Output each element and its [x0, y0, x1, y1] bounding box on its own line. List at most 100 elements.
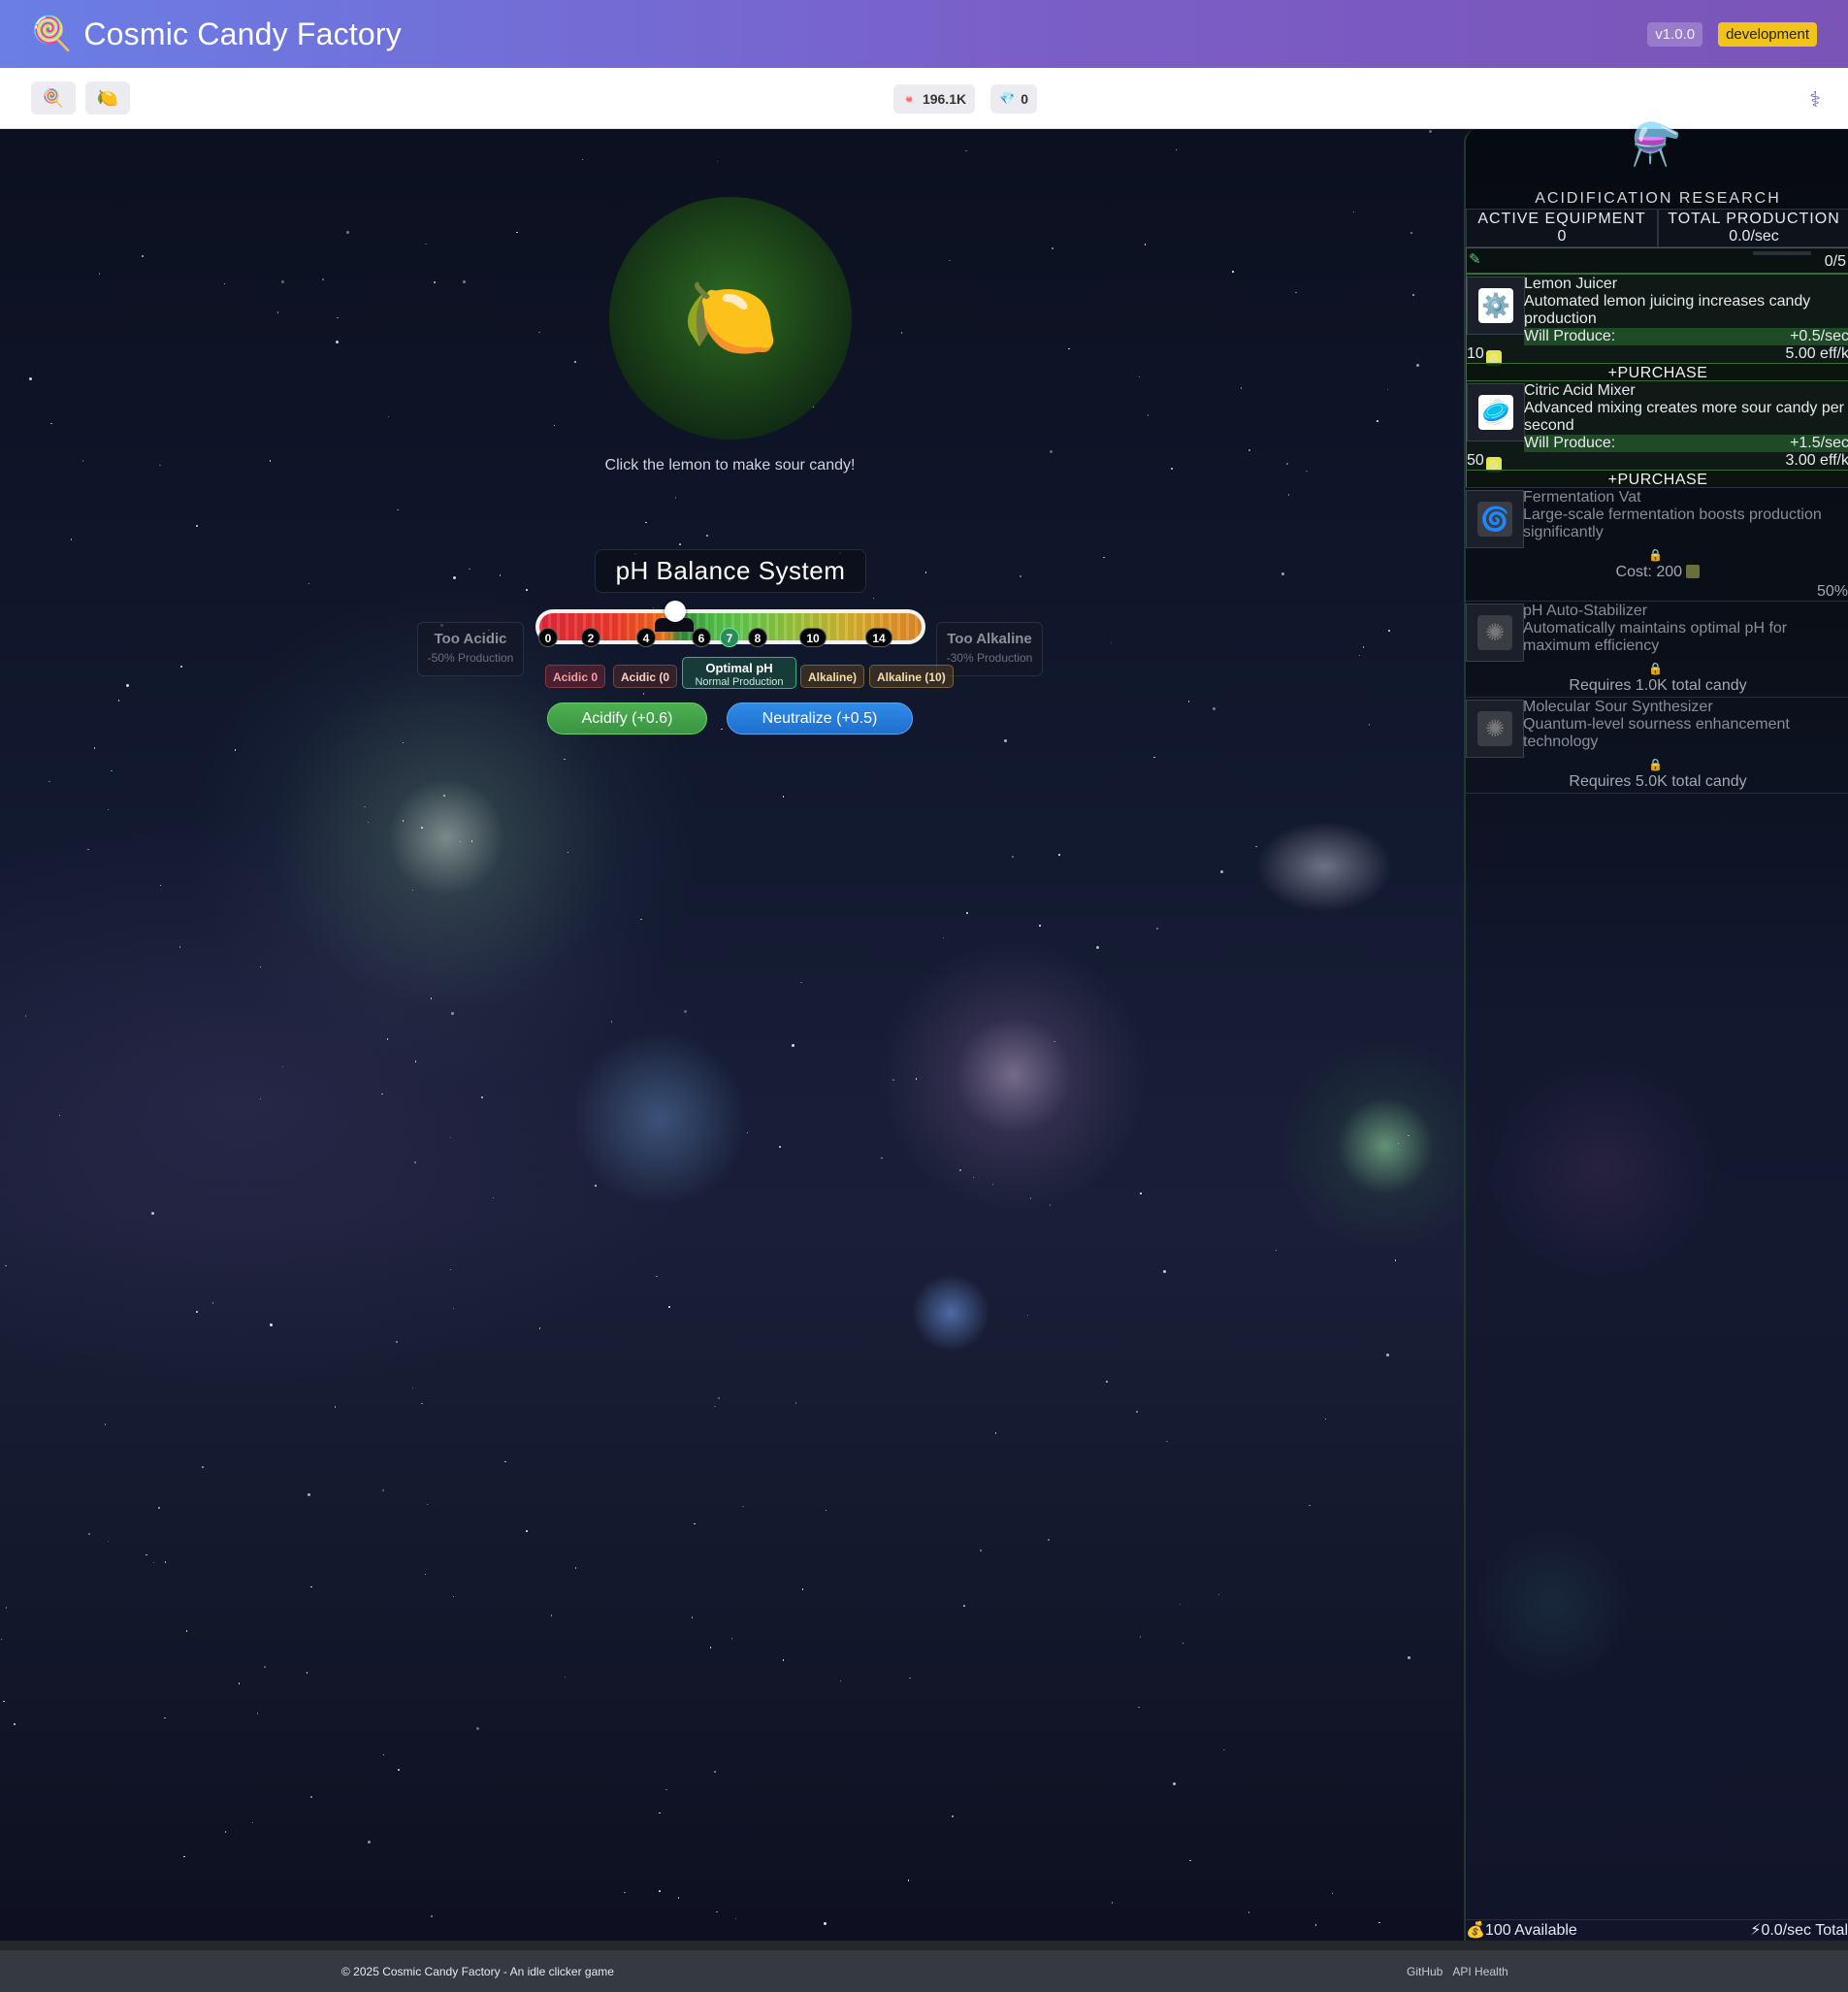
star: [504, 1460, 506, 1463]
star: [966, 912, 968, 914]
star: [1139, 1636, 1142, 1638]
star: [387, 415, 390, 418]
zone-acidic-partial: Acidic (0: [613, 665, 678, 688]
star: [1110, 641, 1113, 643]
star: [398, 1769, 400, 1771]
gem-count-chip: 💎 0: [990, 84, 1038, 114]
star: [1144, 244, 1147, 245]
star: [574, 1567, 577, 1569]
star: [50, 422, 52, 425]
star: [452, 1595, 455, 1598]
star: [164, 1716, 166, 1718]
star: [5, 1264, 7, 1266]
star: [694, 1522, 696, 1525]
star: [610, 1021, 613, 1023]
star: [310, 1585, 312, 1588]
star: [117, 700, 120, 702]
too-alkaline-sub: -30% Production: [946, 651, 1033, 665]
star: [469, 568, 470, 571]
star: [825, 1509, 827, 1512]
star: [581, 158, 584, 161]
star: [1388, 630, 1390, 632]
star: [659, 1890, 661, 1892]
star: [185, 1630, 188, 1632]
star: [1408, 1134, 1410, 1137]
star: [24, 1015, 27, 1017]
star: [150, 1211, 154, 1215]
ph-marker: 14: [865, 628, 892, 647]
star: [223, 282, 226, 285]
cost-value: 10: [1467, 345, 1484, 362]
cost-note-text: Cost: 200: [1615, 564, 1683, 580]
star: [526, 589, 528, 591]
star: [1248, 449, 1250, 451]
zone-optimal: Optimal pH Normal Production: [682, 657, 796, 689]
star: [1020, 575, 1021, 577]
lemon-click-target[interactable]: 🍋: [609, 197, 852, 440]
page-footer: © 2025 Cosmic Candy Factory - An idle cl…: [0, 1941, 1848, 1992]
star: [402, 741, 405, 744]
star: [1223, 1748, 1225, 1751]
vortex-icon: 🌀: [1477, 502, 1512, 537]
star: [459, 840, 462, 843]
star: [1309, 1504, 1311, 1507]
acidify-button[interactable]: Acidify (+0.6): [547, 702, 707, 735]
star: [107, 808, 110, 811]
equipment-name: Lemon Juicer: [1524, 276, 1618, 292]
star: [14, 1723, 16, 1725]
ph-marker: 10: [799, 628, 827, 647]
lollipop-icon: 🍭: [42, 87, 65, 108]
slots-count: 0/5: [1824, 253, 1846, 270]
efficiency: 3.00 eff/k: [1785, 452, 1848, 469]
neutralize-button[interactable]: Neutralize (+0.5): [727, 702, 913, 735]
mixer-icon: 🥏: [1478, 395, 1513, 430]
star: [87, 848, 89, 851]
too-acidic-sub: -50% Production: [427, 651, 514, 665]
star: [1096, 945, 1100, 949]
star: [28, 376, 32, 380]
star: [718, 1397, 720, 1399]
star: [965, 149, 967, 152]
ph-marker-active: 7: [720, 628, 739, 647]
star: [900, 332, 903, 334]
candy-tab-button[interactable]: 🍭: [31, 82, 76, 114]
star: [1138, 1706, 1140, 1709]
slots-progress-track: [1753, 251, 1811, 255]
equipment-description: Automated lemon juicing increases candy …: [1524, 293, 1811, 327]
star: [178, 946, 181, 948]
star: [1179, 1603, 1182, 1606]
purchase-button[interactable]: +PURCHASE: [1467, 363, 1848, 381]
star: [1428, 130, 1432, 134]
star: [709, 1647, 712, 1649]
api-health-link[interactable]: API Health: [1452, 1965, 1508, 1978]
star: [264, 1666, 266, 1668]
star: [322, 278, 324, 280]
star: [421, 1402, 423, 1404]
star: [281, 1065, 284, 1068]
equipment-name: Molecular Sour Synthesizer: [1523, 699, 1713, 715]
star: [310, 1796, 312, 1798]
equipment-icon-frame: 🥏: [1467, 383, 1525, 441]
active-equipment-stat: ACTIVE EQUIPMENT 0: [1466, 209, 1658, 247]
star: [1331, 1892, 1334, 1895]
star: [1275, 1249, 1278, 1252]
equipment-lemon-juicer: ⚙️ Lemon Juicer Automated lemon juicing …: [1466, 274, 1848, 381]
star: [553, 424, 556, 427]
total-rate: ⚡0.0/sec Total: [1750, 1922, 1848, 1939]
star: [146, 1553, 147, 1556]
star: [1138, 376, 1141, 378]
star: [481, 1096, 483, 1098]
star: [306, 1672, 308, 1674]
purchase-button[interactable]: +PURCHASE: [1467, 470, 1848, 488]
star: [574, 361, 576, 363]
star: [449, 1268, 452, 1271]
star: [1166, 1440, 1168, 1443]
ph-marker: 2: [581, 628, 600, 647]
star: [909, 1677, 911, 1680]
star: [674, 497, 677, 499]
menu-icon[interactable]: ⚕: [1809, 87, 1821, 113]
ph-slider-handle[interactable]: [665, 601, 686, 622]
github-link[interactable]: GitHub: [1407, 1965, 1443, 1978]
star: [516, 231, 518, 234]
lemon-tab-button[interactable]: 🍋: [85, 82, 130, 114]
